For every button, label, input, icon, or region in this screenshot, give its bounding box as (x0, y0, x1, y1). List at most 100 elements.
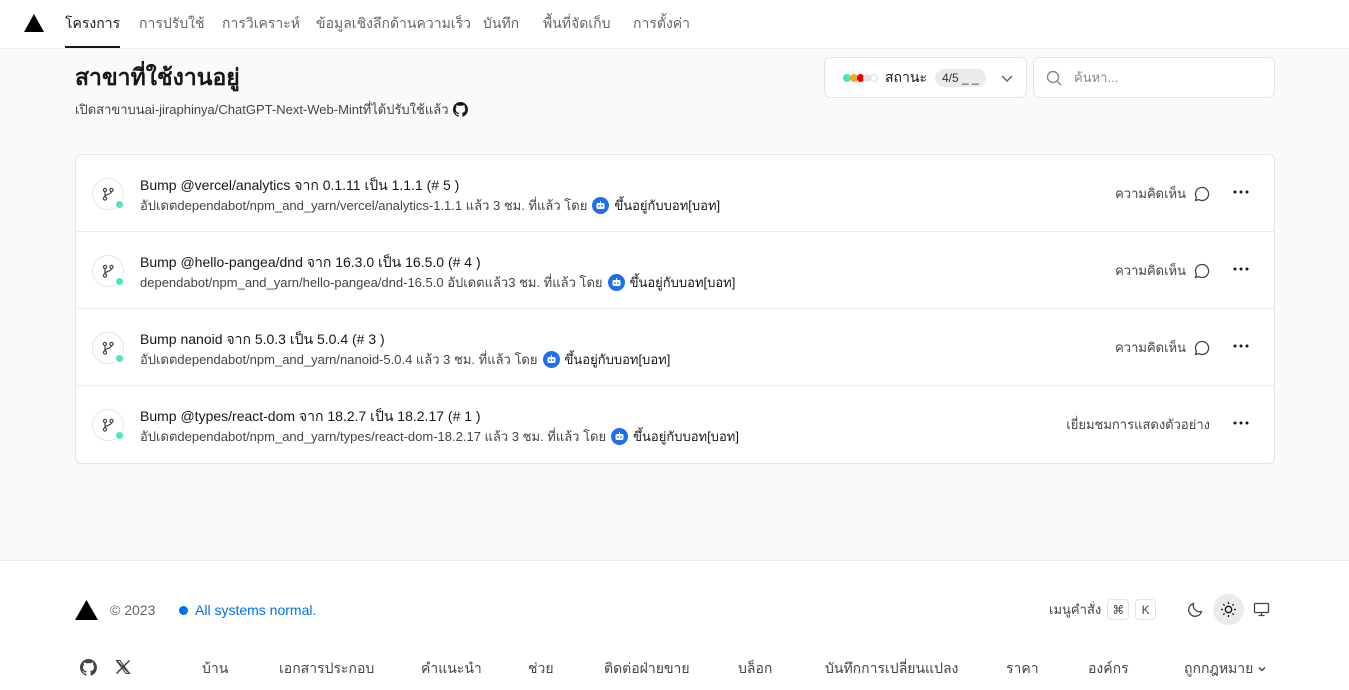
branch-list: Bump @vercel/analytics จาก 0.1.11 เป็น 1… (75, 154, 1275, 464)
branch-row[interactable]: Bump @vercel/analytics จาก 0.1.11 เป็น 1… (76, 155, 1274, 232)
comment-icon (1194, 186, 1210, 201)
branch-meta-text: อัปเดตdependabot/npm_and_yarn/vercel/ana… (140, 198, 588, 213)
moon-icon (1188, 602, 1203, 617)
visit-preview-link[interactable]: เยี่ยมชมการแสดงตัวอย่าง (1066, 414, 1210, 435)
branch-status-dot (114, 276, 125, 287)
branch-meta: dependabot/npm_and_yarn/hello-pangea/dnd… (140, 272, 735, 293)
top-nav: โครงการ การปรับใช้ การวิเคราะห์ ข้อมูลเช… (0, 0, 1349, 49)
command-menu-label: เมนูคำสั่ง (1049, 602, 1102, 617)
branch-title[interactable]: Bump @hello-pangea/dnd จาก 16.3.0 เป็น 1… (140, 252, 481, 274)
branch-row[interactable]: Bump nanoid จาก 5.0.3 เป็น 5.0.4 (# 3 ) … (76, 309, 1274, 386)
branch-meta: อัปเดตdependabot/npm_and_yarn/vercel/ana… (140, 195, 720, 216)
repo-link[interactable]: เปิดสาขาบนai-jiraphinya/ChatGPT-Next-Web… (75, 99, 449, 120)
bot-avatar-icon (542, 351, 560, 368)
footer-link-legal-label: ถูกกฎหมาย (1184, 660, 1254, 676)
git-branch-icon (102, 418, 114, 432)
footer-link-home[interactable]: บ้าน (202, 658, 228, 680)
branch-title[interactable]: Bump @types/react-dom จาก 18.2.7 เป็น 18… (140, 406, 481, 428)
search-input[interactable] (1074, 70, 1244, 85)
branch-avatar (92, 409, 125, 441)
footer-link-blog[interactable]: บล็อก (738, 658, 772, 680)
branch-meta-text: dependabot/npm_and_yarn/hello-pangea/dnd… (140, 275, 603, 290)
github-icon[interactable] (78, 657, 98, 677)
tab-deployments[interactable]: การปรับใช้ (139, 0, 205, 48)
branch-meta-text: อัปเดตdependabot/npm_and_yarn/types/reac… (140, 429, 607, 444)
status-filter-label: สถานะ (885, 68, 927, 85)
theme-dark-button[interactable] (1180, 594, 1211, 625)
more-options-icon[interactable] (1232, 182, 1250, 202)
chevron-down-icon (1258, 667, 1266, 672)
comment-label: ความคิดเห็น (1115, 186, 1186, 201)
status-dot-canceled (870, 73, 879, 82)
branch-meta: อัปเดตdependabot/npm_and_yarn/types/reac… (140, 426, 739, 447)
comment-action[interactable]: ความคิดเห็น (1115, 337, 1210, 358)
branch-meta: อัปเดตdependabot/npm_and_yarn/nanoid-5.0… (140, 349, 670, 370)
comment-action[interactable]: ความคิดเห็น (1115, 260, 1210, 281)
footer-link-docs[interactable]: เอกสารประกอบ (279, 658, 374, 680)
tab-storage[interactable]: พื้นที่จัดเก็บ (543, 0, 610, 48)
branch-title[interactable]: Bump nanoid จาก 5.0.3 เป็น 5.0.4 (# 3 ) (140, 329, 385, 351)
branch-status-dot (114, 353, 125, 364)
copyright: © 2023 (110, 602, 156, 618)
footer-link-changelog[interactable]: บันทึกการเปลี่ยนแปลง (825, 658, 958, 680)
search-icon (1046, 70, 1062, 85)
git-branch-icon (102, 341, 114, 355)
branch-avatar (92, 255, 125, 287)
tab-projects[interactable]: โครงการ (65, 0, 121, 48)
footer-link-help[interactable]: ช่วย (528, 658, 554, 680)
theme-system-button[interactable] (1246, 594, 1277, 625)
sun-icon (1221, 602, 1236, 617)
command-menu-button[interactable]: เมนูคำสั่ง ⌘ K (1049, 599, 1157, 620)
footer: © 2023 All systems normal. เมนูคำสั่ง ⌘ … (0, 560, 1349, 690)
footer-link-pricing[interactable]: ราคา (1006, 658, 1039, 680)
tab-analytics[interactable]: การวิเคราะห์ (222, 0, 300, 48)
git-branch-icon (102, 264, 114, 278)
bot-author[interactable]: ขึ้นอยู่กับบอท[บอท] (565, 349, 671, 370)
tab-speed-insights[interactable]: ข้อมูลเชิงลึกด้านความเร็ว (316, 0, 471, 48)
vercel-logo-icon[interactable] (75, 600, 98, 620)
git-branch-icon (102, 187, 114, 201)
page-subtitle: เปิดสาขาบนai-jiraphinya/ChatGPT-Next-Web… (75, 99, 468, 120)
footer-link-legal[interactable]: ถูกกฎหมาย (1184, 658, 1267, 680)
comment-label: ความคิดเห็น (1115, 340, 1186, 355)
status-filter[interactable]: สถานะ 4/5 _ _ (824, 57, 1027, 98)
more-options-icon[interactable] (1232, 336, 1250, 356)
branch-row[interactable]: Bump @hello-pangea/dnd จาก 16.3.0 เป็น 1… (76, 232, 1274, 309)
branch-meta-text: อัปเดตdependabot/npm_and_yarn/nanoid-5.0… (140, 352, 538, 367)
theme-light-button[interactable] (1213, 594, 1244, 625)
branch-avatar (92, 178, 125, 210)
footer-link-guides[interactable]: คำแนะนำ (421, 658, 482, 680)
page-title: สาขาที่ใช้งานอยู่ (75, 64, 240, 90)
x-twitter-icon[interactable] (113, 657, 133, 677)
system-status-dot (179, 605, 188, 615)
comment-icon (1194, 263, 1210, 278)
bot-avatar-icon (607, 274, 625, 291)
footer-link-enterprise[interactable]: องค์กร (1088, 658, 1129, 680)
bot-author[interactable]: ขึ้นอยู่กับบอท[บอท] (614, 195, 720, 216)
bot-avatar-icon (611, 428, 629, 445)
kbd-cmd-key: ⌘ (1107, 599, 1130, 620)
branch-title[interactable]: Bump @vercel/analytics จาก 0.1.11 เป็น 1… (140, 175, 459, 197)
more-options-icon[interactable] (1232, 259, 1250, 279)
footer-link-contact-sales[interactable]: ติดต่อฝ่ายขาย (604, 658, 690, 680)
branch-status-dot (114, 430, 125, 441)
monitor-icon (1253, 602, 1270, 617)
bot-avatar-icon (592, 197, 610, 214)
branch-row[interactable]: Bump @types/react-dom จาก 18.2.7 เป็น 18… (76, 386, 1274, 463)
vercel-logo-icon[interactable] (24, 14, 44, 32)
tab-logs[interactable]: บันทึก (483, 0, 519, 48)
search-box[interactable] (1033, 57, 1275, 98)
kbd-k-key: K (1135, 599, 1157, 620)
github-icon[interactable] (452, 102, 468, 117)
system-status-text: All systems normal. (195, 602, 317, 618)
comment-action[interactable]: ความคิดเห็น (1115, 183, 1210, 204)
tab-settings[interactable]: การตั้งค่า (633, 0, 690, 48)
bot-author[interactable]: ขึ้นอยู่กับบอท[บอท] (630, 272, 736, 293)
status-count-badge: 4/5 _ _ (934, 68, 986, 87)
more-options-icon[interactable] (1232, 413, 1250, 433)
comment-icon (1194, 340, 1210, 355)
system-status-link[interactable]: All systems normal. (179, 602, 316, 618)
branch-avatar (92, 332, 125, 364)
theme-switcher (1180, 594, 1277, 625)
bot-author[interactable]: ขึ้นอยู่กับบอท[บอท] (633, 426, 739, 447)
